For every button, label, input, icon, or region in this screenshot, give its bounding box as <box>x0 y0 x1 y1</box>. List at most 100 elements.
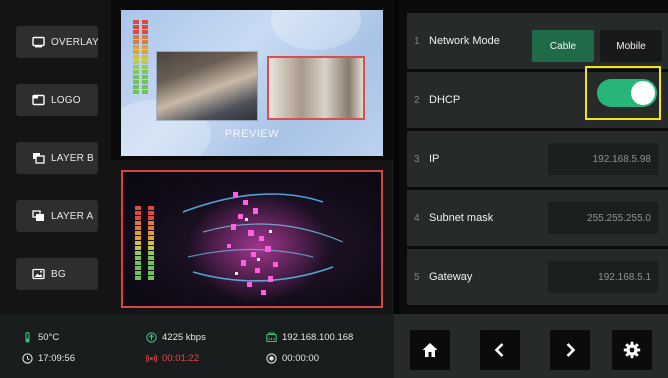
vu-segment <box>142 50 148 54</box>
vu-segment <box>133 25 139 29</box>
vu-segment <box>148 271 154 275</box>
vu-segment <box>142 20 148 24</box>
layer-b-icon <box>33 153 45 164</box>
setting-index: 4 <box>414 212 420 224</box>
gateway-input[interactable]: 192.168.5.1 <box>548 261 658 293</box>
stream-time-status: 00:01:22 <box>146 353 199 364</box>
preview-audio-meter-right <box>142 20 148 94</box>
vu-segment <box>135 261 141 265</box>
setting-index: 2 <box>414 94 420 106</box>
preview-monitor[interactable]: PREVIEW <box>121 10 383 156</box>
vu-segment <box>135 216 141 220</box>
subnet-mask-label: Subnet mask <box>429 212 494 224</box>
vu-segment <box>148 226 154 230</box>
vu-segment <box>135 211 141 215</box>
clock-value: 17:09:56 <box>38 353 75 364</box>
vu-segment <box>133 30 139 34</box>
record-time-value: 00:00:00 <box>282 353 319 364</box>
setting-row-network-mode: 1 Network Mode Cable Mobile <box>407 13 668 69</box>
vu-segment <box>133 65 139 69</box>
preview-label: PREVIEW <box>224 128 280 140</box>
vu-segment <box>148 231 154 235</box>
gear-icon <box>623 341 641 359</box>
temperature-status: 50°C <box>22 332 59 343</box>
vu-segment <box>133 35 139 39</box>
mobile-option-button[interactable]: Mobile <box>600 30 662 62</box>
ip-label: IP <box>429 153 440 165</box>
program-audio-meter-left <box>135 206 141 280</box>
vu-segment <box>148 216 154 220</box>
dhcp-toggle[interactable] <box>597 79 657 107</box>
record-time-status: 00:00:00 <box>266 353 319 364</box>
layer-a-button[interactable]: LAYER A <box>16 200 98 232</box>
vu-segment <box>133 45 139 49</box>
vu-segment <box>142 80 148 84</box>
program-monitor[interactable] <box>121 170 383 308</box>
subnet-mask-input[interactable]: 255.255.255.0 <box>548 202 658 234</box>
vu-segment <box>133 90 139 94</box>
program-audio-meter-right <box>148 206 154 280</box>
vu-segment <box>135 226 141 230</box>
setting-row-ip: 3 IP 192.168.5.98 <box>407 131 668 187</box>
vu-segment <box>148 276 154 280</box>
dhcp-label: DHCP <box>429 94 461 106</box>
setting-index: 1 <box>414 35 420 47</box>
vu-segment <box>148 261 154 265</box>
vu-segment <box>148 241 154 245</box>
logo-button[interactable]: LOGO <box>16 84 98 116</box>
vu-segment <box>133 75 139 79</box>
vu-segment <box>135 206 141 210</box>
vu-segment <box>133 80 139 84</box>
ip-input[interactable]: 192.168.5.98 <box>548 143 658 175</box>
overlay-button[interactable]: OVERLAY <box>16 26 99 58</box>
bitrate-status: 4225 kbps <box>146 332 206 343</box>
preview-audio-meter-left <box>133 20 139 94</box>
layer-a-label: LAYER A <box>51 210 94 222</box>
gateway-label: Gateway <box>429 271 473 283</box>
bg-label: BG <box>51 268 66 280</box>
layer-b-button[interactable]: LAYER B <box>16 142 98 174</box>
bg-button[interactable]: BG <box>16 258 98 290</box>
vu-segment <box>142 70 148 74</box>
settings-button[interactable] <box>612 330 652 370</box>
clock-icon <box>22 353 33 364</box>
vu-segment <box>135 221 141 225</box>
cable-option-button[interactable]: Cable <box>532 30 594 62</box>
vu-segment <box>133 85 139 89</box>
home-button[interactable] <box>410 330 450 370</box>
vu-segment <box>142 30 148 34</box>
vu-segment <box>135 251 141 255</box>
vu-segment <box>142 90 148 94</box>
preview-photo-studio-mic <box>267 56 365 120</box>
stream-time-value: 00:01:22 <box>162 353 199 364</box>
setting-row-subnet-mask: 4 Subnet mask 255.255.255.0 <box>407 190 668 246</box>
vu-segment <box>135 236 141 240</box>
dhcp-highlight-box <box>585 66 661 120</box>
vu-segment <box>133 55 139 59</box>
vu-segment <box>133 50 139 54</box>
vu-segment <box>142 25 148 29</box>
preview-container: PREVIEW <box>111 0 394 160</box>
layer-a-icon <box>32 210 44 221</box>
broadcast-icon <box>146 354 157 363</box>
chevron-right-icon <box>566 343 576 357</box>
temperature-value: 50°C <box>38 332 60 343</box>
vu-segment <box>142 45 148 49</box>
vu-segment <box>135 276 141 280</box>
overlay-icon <box>32 36 45 48</box>
vu-segment <box>142 85 148 89</box>
vu-segment <box>135 256 141 260</box>
vu-segment <box>142 65 148 69</box>
back-button[interactable] <box>480 330 520 370</box>
vu-segment <box>148 266 154 270</box>
vu-segment <box>148 236 154 240</box>
forward-button[interactable] <box>550 330 590 370</box>
vu-segment <box>133 60 139 64</box>
vu-segment <box>142 60 148 64</box>
preview-photo-hands-tablet <box>157 52 257 120</box>
program-neon-helix-image <box>182 192 344 302</box>
vu-segment <box>142 35 148 39</box>
vu-segment <box>133 20 139 24</box>
thermometer-icon <box>25 332 30 343</box>
logo-icon <box>32 94 45 106</box>
